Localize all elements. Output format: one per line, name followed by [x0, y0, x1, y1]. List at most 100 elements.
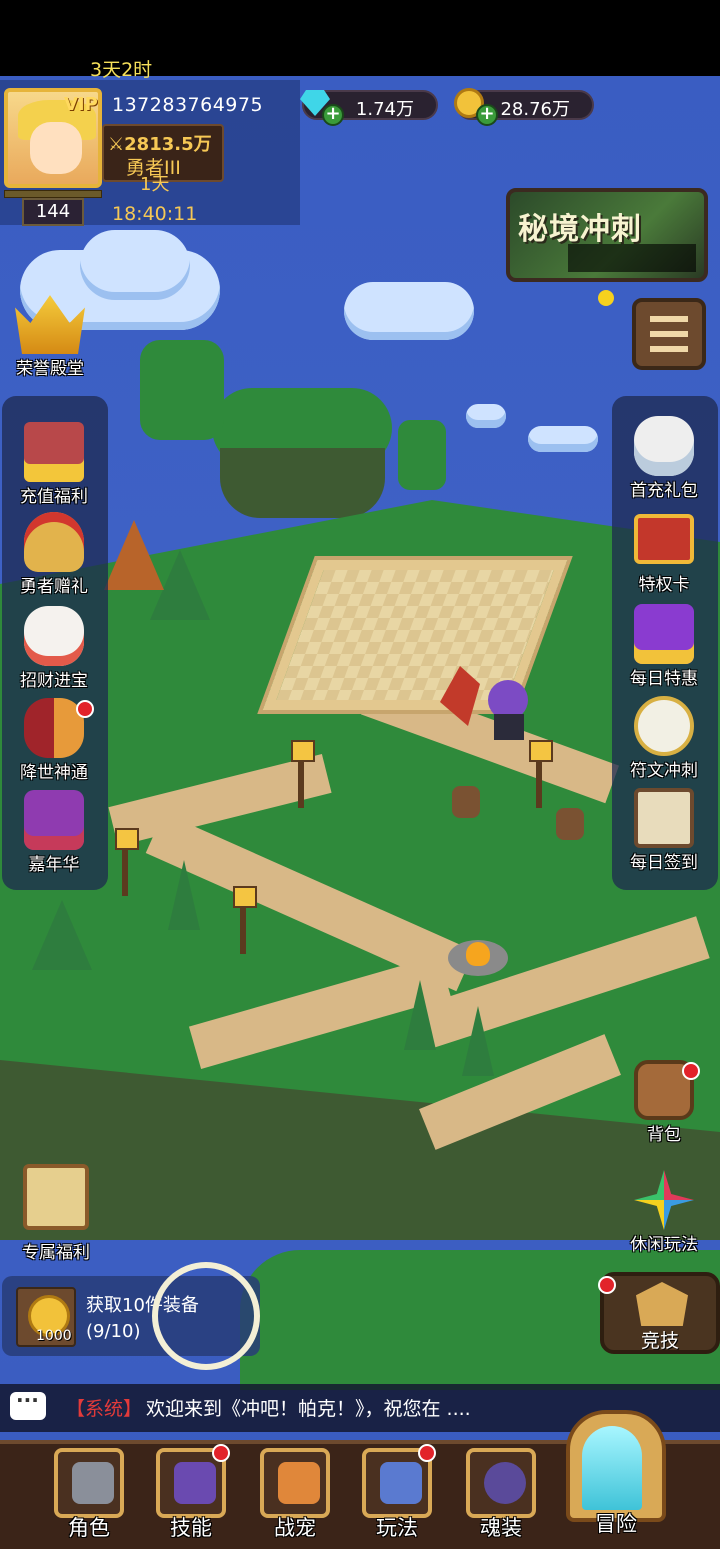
game-screen: VIP 144 137283764975 ⚔2813.5万 勇者III 1天 1… [0, 0, 720, 1549]
add-gems-icon[interactable]: + [322, 104, 344, 126]
arena-gate-icon [636, 1282, 688, 1326]
pine-tree [168, 860, 200, 930]
hero-gift-label: 勇者赠礼 [20, 577, 88, 597]
lucky-cat-icon [24, 606, 84, 666]
gem-currency[interactable]: + 1.74万 [300, 90, 438, 126]
carnival-icon [24, 790, 84, 850]
login-days: 1天 [140, 174, 170, 195]
quest-progress: (9/10) [86, 1321, 141, 1342]
spellbook-icon [174, 1462, 216, 1504]
rune-eye-icon [634, 696, 694, 756]
fortune-button[interactable]: 招财进宝 [4, 606, 104, 691]
arena-button[interactable]: 竞技 [600, 1272, 720, 1354]
nav-pets[interactable]: 战宠 [256, 1448, 334, 1540]
add-gold-icon[interactable]: + [476, 104, 498, 126]
nav-adventure[interactable]: 冒险 [566, 1410, 666, 1540]
quest-reward-amount: 1000 [36, 1328, 72, 1344]
list-icon [650, 316, 688, 352]
qr-card-icon [23, 1164, 89, 1230]
nav-character[interactable]: 角色 [50, 1448, 128, 1540]
daily-deals-label: 每日特惠 [630, 669, 698, 689]
exclusive-welfare-label: 专属福利 [22, 1243, 90, 1263]
notification-badge [212, 1444, 230, 1462]
chat-bubble-icon[interactable] [10, 1388, 46, 1420]
fox-pet-icon [278, 1462, 320, 1504]
privilege-card-label: 特权卡 [638, 575, 690, 595]
secret-realm-event-banner[interactable]: 秘境冲刺 [506, 188, 708, 282]
joystick-icon [380, 1462, 422, 1504]
arena-label: 竞技 [640, 1330, 679, 1352]
wooden-crate [556, 808, 584, 840]
honor-hall-button[interactable]: 荣誉殿堂 [0, 292, 100, 379]
treasure-chest-icon [24, 422, 84, 482]
nav-gameplay[interactable]: 玩法 [358, 1444, 436, 1540]
notification-badge [76, 700, 94, 718]
pine-tree [404, 980, 436, 1050]
avatar-event-button[interactable]: 降世神通 [4, 698, 104, 783]
street-lamp [233, 886, 257, 954]
event-timer: 3天2时 [90, 59, 153, 81]
chat-system-tag: 【系统】 [66, 1398, 143, 1420]
exclusive-welfare-button[interactable]: 专属福利 [6, 1164, 106, 1263]
hero-gift-button[interactable]: 勇者赠礼 [4, 512, 104, 597]
vip-badge: VIP [64, 94, 98, 115]
fox-girl-icon [634, 416, 694, 476]
daily-checkin-label: 每日签到 [630, 853, 698, 873]
portal-icon [582, 1426, 642, 1510]
nav-frame [260, 1448, 330, 1518]
gem-amount: 1.74万 [355, 99, 414, 120]
recharge-welfare-label: 充值福利 [20, 487, 88, 507]
event-timer-background [568, 244, 696, 272]
recharge-welfare-button[interactable]: 充值福利 [4, 422, 104, 507]
island-cliff [220, 448, 385, 518]
privilege-card-button[interactable]: 特权卡 [614, 514, 714, 595]
daily-checkin-button[interactable]: 每日签到 [614, 788, 714, 873]
combat-power-value: 2813.5万 [124, 134, 212, 155]
hero-character[interactable] [440, 656, 540, 746]
campfire[interactable] [448, 940, 508, 976]
rune-sprint-button[interactable]: 符文冲刺 [614, 696, 714, 781]
backpack-button[interactable]: 背包 [614, 1060, 714, 1145]
carnival-label: 嘉年华 [28, 855, 80, 875]
first-recharge-button[interactable]: 首充礼包 [614, 416, 714, 501]
main-menu-button[interactable] [632, 298, 706, 370]
rune-sprint-label: 符文冲刺 [630, 761, 698, 781]
street-lamp [115, 828, 139, 896]
leisure-play-button[interactable]: 休闲玩法 [614, 1170, 714, 1255]
street-lamp [291, 740, 315, 808]
daily-deals-button[interactable]: 每日特惠 [614, 604, 714, 689]
nav-skills-label: 技能 [170, 1516, 212, 1540]
player-uid: 137283764975 [112, 94, 264, 116]
carnival-button[interactable]: 嘉年华 [4, 790, 104, 875]
nav-frame [466, 1448, 536, 1518]
leisure-play-label: 休闲玩法 [630, 1235, 698, 1255]
vip-card-icon [634, 514, 694, 564]
cloud [80, 230, 190, 300]
hero-portrait-icon [24, 698, 84, 758]
notification-badge [418, 1444, 436, 1462]
cloud [528, 426, 598, 452]
gold-currency[interactable]: + 28.76万 [454, 88, 594, 126]
crown-icon [15, 295, 85, 354]
avatar-event-label: 降世神通 [20, 763, 88, 783]
notification-dot [598, 290, 614, 306]
countdown-timer: 18:40:11 [112, 203, 198, 225]
level-progress-bar [4, 190, 102, 198]
backpack-label: 背包 [647, 1125, 681, 1145]
notification-badge [682, 1062, 700, 1080]
soul-eye-icon [484, 1462, 526, 1504]
pine-tree [104, 520, 164, 590]
first-recharge-label: 首充礼包 [630, 481, 698, 501]
nav-skills[interactable]: 技能 [152, 1444, 230, 1540]
knight-helmet-icon [72, 1462, 114, 1504]
nav-gameplay-label: 玩法 [376, 1516, 418, 1540]
gift-bag-icon [24, 512, 84, 572]
nav-pets-label: 战宠 [274, 1516, 316, 1540]
gift-box-icon [634, 604, 694, 664]
player-level: 144 [22, 198, 84, 226]
nav-soul-gear[interactable]: 魂装 [462, 1448, 540, 1540]
avatar-face [30, 122, 82, 174]
nav-frame [54, 1448, 124, 1518]
player-avatar[interactable]: VIP [4, 88, 102, 188]
notification-badge [598, 1276, 616, 1294]
